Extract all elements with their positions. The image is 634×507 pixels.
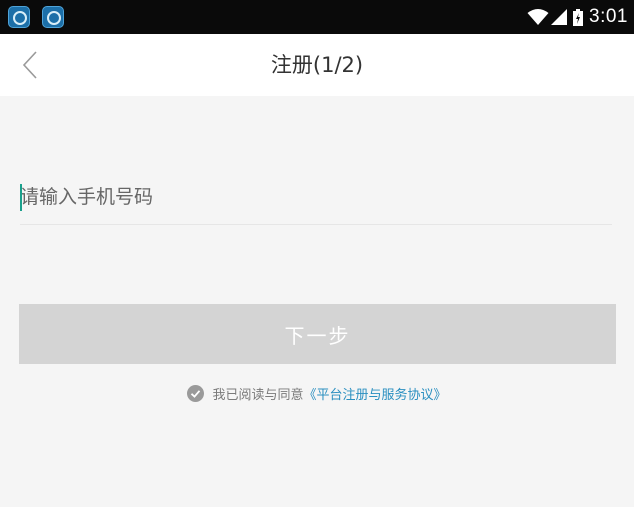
check-circle-icon[interactable]: [187, 384, 205, 402]
agreement-row: 我已阅读与同意 《平台注册与服务协议》: [0, 380, 634, 406]
agreement-text: 我已阅读与同意: [212, 387, 304, 403]
app-notification-icon: [8, 6, 30, 28]
status-bar: 3:01: [0, 0, 634, 34]
battery-icon: [573, 8, 584, 26]
wifi-icon: [527, 9, 549, 25]
header-bar: 注册(1/2): [0, 34, 634, 96]
status-clock: 3:01: [589, 6, 628, 27]
page-title: 注册(1/2): [270, 53, 364, 77]
phone-field[interactable]: [20, 170, 612, 225]
status-indicators: 3:01: [527, 0, 628, 34]
next-button[interactable]: 下一步: [19, 304, 616, 364]
text-caret: [20, 184, 22, 211]
phone-input[interactable]: [20, 170, 612, 224]
app-notification-icon: [42, 6, 64, 28]
signal-icon: [551, 9, 568, 25]
agreement-link[interactable]: 《平台注册与服务协议》: [304, 384, 447, 403]
